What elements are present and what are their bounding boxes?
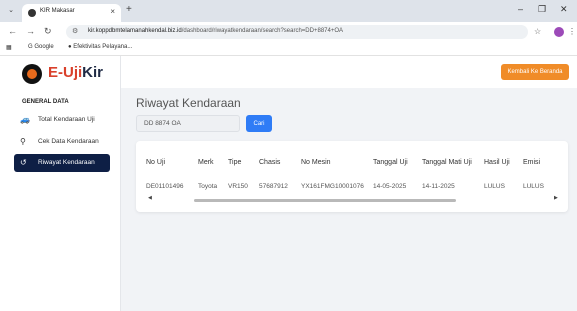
back-to-home-button[interactable]: Kembali Ke Beranda (501, 64, 569, 80)
app-topbar: Kembali Ke Beranda (121, 56, 577, 88)
bookmarks-bar: ▦ G Google ● Efektivitas Pelayana... (0, 42, 577, 56)
table-cell: 57687912 (259, 183, 288, 190)
table-cell: Toyota (198, 183, 218, 190)
bookmark-efektivitas[interactable]: ● Efektivitas Pelayana... (68, 44, 132, 50)
favicon-icon (28, 9, 36, 17)
app-sidebar: E-UjiKir GENERAL DATA 🚙 Total Kendaraan … (0, 56, 121, 311)
horizontal-scrollbar[interactable]: ◀ ▶ (144, 195, 560, 203)
bookmark-google[interactable]: G Google (28, 44, 54, 50)
logo-icon (22, 64, 42, 84)
table-cell: LULUS (484, 183, 505, 190)
apps-grid-icon[interactable]: ▦ (6, 44, 12, 51)
table-cell: VR150 (228, 183, 248, 190)
column-header: No Uji (146, 159, 166, 166)
browser-tabbar: ⌄ KIR Makasar × + – ❐ ✕ (0, 0, 577, 22)
sidebar-item-riwayat[interactable]: ↺ Riwayat Kendaraan (14, 154, 110, 172)
bookmark-star-icon[interactable]: ☆ (534, 27, 541, 36)
scroll-thumb[interactable] (194, 199, 456, 202)
table-cell: 14-05-2025 (373, 183, 407, 190)
sidebar-item-label: Total Kendaraan Uji (38, 116, 95, 123)
new-tab-button[interactable]: + (126, 4, 132, 15)
column-header: Emisi (523, 159, 541, 166)
search-button[interactable]: Cari (246, 115, 272, 132)
sidebar-item-label: Cek Data Kendaraan (38, 138, 99, 145)
window-close-icon[interactable]: ✕ (560, 4, 568, 15)
search-input[interactable] (136, 115, 240, 132)
scroll-left-icon[interactable]: ◀ (148, 195, 152, 201)
browser-toolbar: ← → ↻ ⚙ kir.koppdbmtelamanahkendal.biz.i… (0, 22, 577, 42)
column-header: No Mesin (301, 159, 331, 166)
profile-avatar[interactable] (554, 27, 564, 37)
column-header: Chasis (259, 159, 281, 166)
table-cell: YX161FMG10001076 (301, 183, 364, 190)
column-header: Tipe (228, 159, 242, 166)
sidebar-section-title: GENERAL DATA (22, 99, 69, 105)
sidebar-item-cek-data[interactable]: ⚲ Cek Data Kendaraan (14, 133, 110, 151)
car-icon: 🚙 (20, 115, 30, 124)
table-cell: LULUS (523, 183, 544, 190)
column-header: Hasil Uji (484, 159, 510, 166)
tab-search-icon[interactable]: ⌄ (6, 6, 16, 16)
forward-arrow-icon[interactable]: → (26, 26, 35, 36)
column-header: Tanggal Uji (373, 159, 408, 166)
tab-close-icon[interactable]: × (110, 7, 115, 16)
search-icon: ⚲ (20, 137, 26, 146)
history-icon: ↺ (20, 158, 27, 167)
reload-icon[interactable]: ↻ (44, 26, 52, 37)
site-info-icon[interactable]: ⚙ (72, 27, 78, 35)
scroll-right-icon[interactable]: ▶ (554, 195, 558, 201)
address-bar[interactable]: ⚙ kir.koppdbmtelamanahkendal.biz.id/dash… (66, 25, 528, 39)
column-header: Tanggal Mati Uji (422, 159, 472, 166)
page-title: Riwayat Kendaraan (136, 96, 241, 110)
url-text: kir.koppdbmtelamanahkendal.biz.id/dashbo… (88, 28, 344, 34)
sidebar-item-total-kendaraan[interactable]: 🚙 Total Kendaraan Uji (14, 111, 110, 129)
sidebar-item-label: Riwayat Kendaraan (38, 159, 95, 166)
results-table: No Uji Merk Tipe Chasis No Mesin Tanggal… (136, 141, 568, 212)
brand-name[interactable]: E-UjiKir (48, 64, 103, 81)
browser-tab[interactable]: KIR Makasar × (22, 4, 121, 22)
tab-title: KIR Makasar (40, 8, 75, 14)
column-header: Merk (198, 159, 214, 166)
table-cell: DE01101496 (146, 183, 184, 190)
minimize-icon[interactable]: – (518, 4, 523, 14)
maximize-icon[interactable]: ❐ (538, 4, 546, 15)
menu-kebab-icon[interactable]: ⋮ (568, 27, 576, 36)
back-arrow-icon[interactable]: ← (8, 26, 17, 36)
table-cell: 14-11-2025 (422, 183, 455, 190)
